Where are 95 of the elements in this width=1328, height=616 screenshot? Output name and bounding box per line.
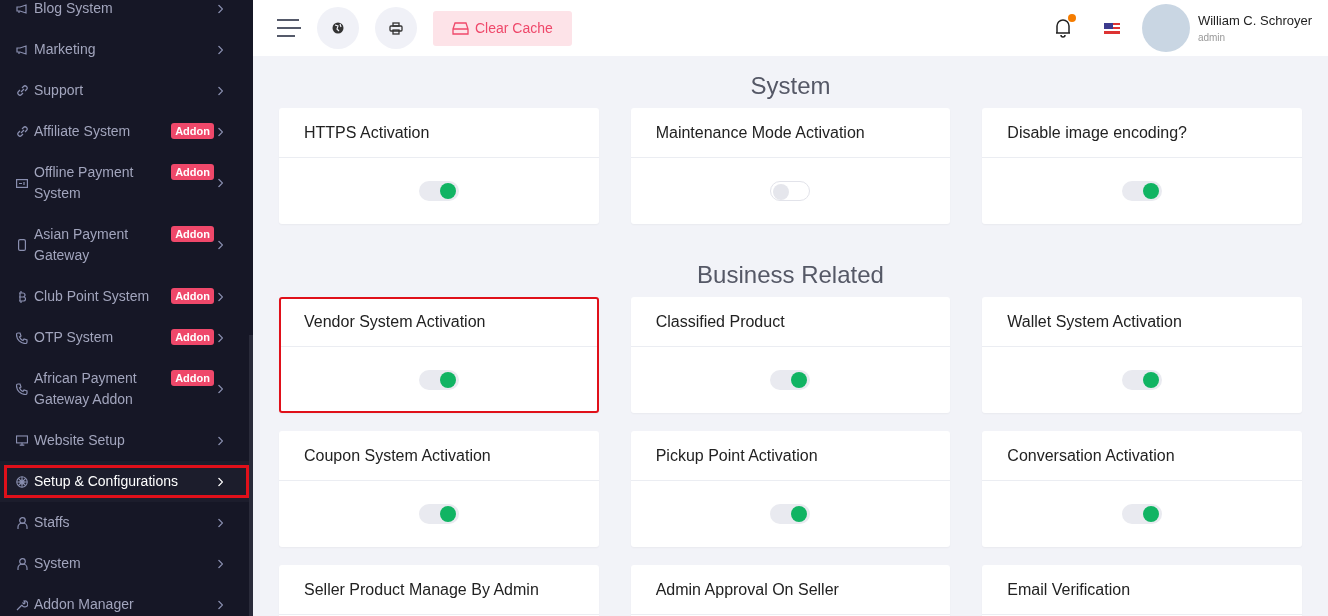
globe-button[interactable] bbox=[317, 7, 359, 49]
drive-icon bbox=[452, 21, 469, 35]
addon-badge: Addon bbox=[171, 288, 214, 304]
sidebar-item[interactable]: African Payment Gateway Addon Addon bbox=[0, 358, 253, 420]
chevron-icon bbox=[218, 600, 223, 609]
sidebar-label: Club Point System bbox=[34, 287, 151, 306]
sidebar-label: Addon Manager bbox=[34, 595, 135, 614]
toggle-switch[interactable] bbox=[418, 370, 459, 390]
megaphone-icon bbox=[16, 44, 28, 55]
card-title: Conversation Activation bbox=[1007, 445, 1175, 466]
addon-badge: Addon bbox=[171, 329, 214, 345]
card-title: Vendor System Activation bbox=[304, 311, 486, 332]
chevron-icon bbox=[218, 333, 223, 342]
sidebar-label: Setup & Configurations bbox=[34, 472, 179, 491]
globe-icon bbox=[16, 475, 28, 488]
toggle-switch[interactable] bbox=[1122, 181, 1163, 201]
sidebar-item[interactable]: Addon Manager bbox=[0, 584, 253, 616]
bitcoin-icon bbox=[16, 290, 28, 303]
link-icon bbox=[16, 126, 28, 137]
avatar[interactable] bbox=[1141, 4, 1190, 52]
toggle-switch[interactable] bbox=[418, 181, 459, 201]
sidebar-label: Blog System bbox=[34, 0, 114, 18]
card-title: Email Verification bbox=[1007, 579, 1131, 600]
user-role: admin bbox=[1197, 31, 1227, 46]
chevron-icon bbox=[218, 45, 223, 54]
monitor-icon bbox=[16, 435, 28, 446]
addon-badge: Addon bbox=[171, 226, 214, 242]
sidebar-label: Affiliate System bbox=[34, 122, 132, 141]
phone-handset-icon bbox=[16, 383, 28, 395]
sidebar-label: African Payment Gateway Addon bbox=[34, 369, 138, 409]
scrollbar-thumb[interactable] bbox=[249, 335, 253, 616]
wrench-icon bbox=[16, 598, 28, 611]
toggle-switch[interactable] bbox=[770, 504, 811, 524]
addon-badge: Addon bbox=[171, 164, 214, 180]
card-title: Maintenance Mode Activation bbox=[655, 122, 865, 143]
sidebar-label: OTP System bbox=[34, 328, 115, 347]
sidebar-item[interactable]: Affiliate System Addon bbox=[0, 111, 253, 152]
user-icon bbox=[16, 516, 28, 529]
chevron-icon bbox=[218, 477, 223, 486]
card-title: HTTPS Activation bbox=[304, 122, 430, 143]
sidebar-label: Asian Payment Gateway bbox=[34, 225, 130, 265]
sidebar-item[interactable]: OTP System Addon bbox=[0, 317, 253, 358]
sidebar-item[interactable]: System bbox=[0, 543, 253, 584]
toggle-switch[interactable] bbox=[418, 504, 459, 524]
menu-icon[interactable] bbox=[277, 19, 301, 37]
chevron-icon bbox=[218, 240, 223, 250]
globe-icon bbox=[332, 22, 344, 34]
sidebar-item[interactable]: Staffs bbox=[0, 502, 253, 543]
chevron-icon bbox=[218, 4, 223, 13]
card-title: Admin Approval On Seller bbox=[655, 579, 839, 600]
sidebar-item[interactable]: Club Point System Addon bbox=[0, 276, 253, 317]
link-icon bbox=[16, 85, 28, 96]
sidebar-item[interactable]: Marketing bbox=[0, 29, 253, 70]
section-title: Business Related bbox=[696, 260, 885, 290]
printer-icon bbox=[389, 21, 403, 35]
sidebar-label: System bbox=[34, 554, 82, 573]
megaphone-icon bbox=[16, 3, 28, 14]
card-title: Classified Product bbox=[655, 311, 785, 332]
card-title: Disable image encoding? bbox=[1007, 122, 1187, 143]
toggle-switch[interactable] bbox=[1122, 504, 1163, 524]
sidebar-label: Offline Payment System bbox=[34, 163, 135, 203]
sidebar-item[interactable]: Blog System bbox=[0, 0, 253, 29]
flag-icon[interactable] bbox=[1103, 22, 1120, 34]
addon-badge: Addon bbox=[171, 123, 214, 139]
chevron-icon bbox=[218, 559, 223, 568]
toggle-switch[interactable] bbox=[1122, 370, 1163, 390]
user-icon bbox=[16, 557, 28, 570]
card-icon bbox=[16, 178, 28, 188]
sidebar-item[interactable]: Support bbox=[0, 70, 253, 111]
card-title: Coupon System Activation bbox=[304, 445, 491, 466]
section-title: System bbox=[749, 71, 832, 101]
phone-icon bbox=[16, 239, 28, 251]
addon-badge: Addon bbox=[171, 370, 214, 386]
chevron-icon bbox=[218, 86, 223, 95]
sidebar-label: Support bbox=[34, 81, 85, 100]
phone-handset-icon bbox=[16, 331, 28, 344]
user-name: William C. Schroyer bbox=[1197, 11, 1312, 30]
chevron-icon bbox=[218, 292, 223, 301]
sidebar-label: Staffs bbox=[34, 513, 71, 532]
card-title: Seller Product Manage By Admin bbox=[304, 579, 539, 600]
print-button[interactable] bbox=[375, 7, 417, 49]
sidebar-label: Marketing bbox=[34, 40, 97, 59]
sidebar-item[interactable]: Offline Payment System Addon bbox=[0, 152, 253, 214]
chevron-icon bbox=[218, 518, 223, 527]
sidebar-label: Website Setup bbox=[34, 431, 126, 450]
chevron-icon bbox=[218, 384, 223, 394]
toggle-switch[interactable] bbox=[770, 370, 811, 390]
chevron-icon bbox=[218, 178, 223, 188]
card-title: Wallet System Activation bbox=[1007, 311, 1182, 332]
chevron-icon bbox=[218, 127, 223, 136]
toggle-switch[interactable] bbox=[770, 181, 811, 201]
card-title: Pickup Point Activation bbox=[655, 445, 818, 466]
chevron-icon bbox=[218, 436, 223, 445]
sidebar-item[interactable]: Asian Payment Gateway Addon bbox=[0, 214, 253, 276]
sidebar-item[interactable]: Website Setup bbox=[0, 420, 253, 461]
